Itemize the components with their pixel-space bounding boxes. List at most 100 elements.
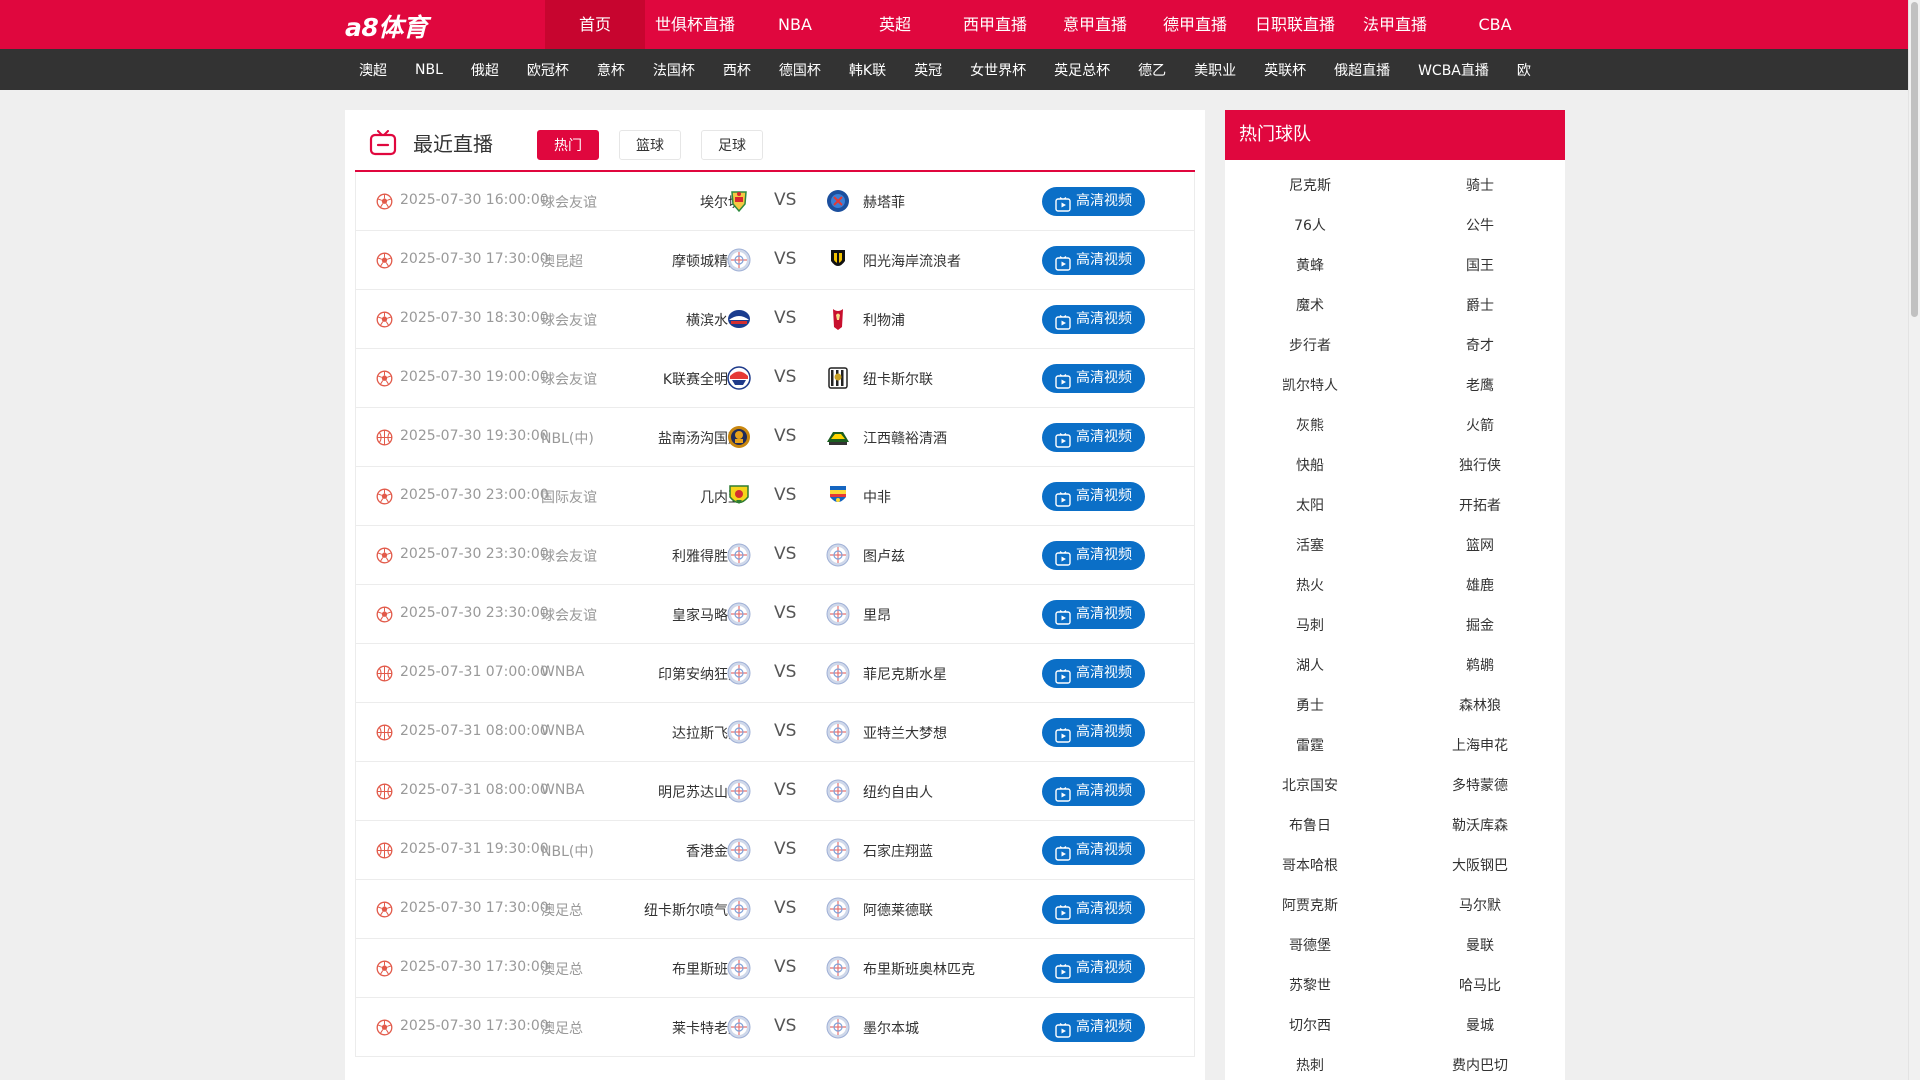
- match-league[interactable]: 国际友谊: [541, 487, 597, 507]
- away-team-logo-icon[interactable]: [825, 601, 851, 627]
- main-nav-item[interactable]: CBA: [1445, 0, 1545, 49]
- match-league[interactable]: 球会友谊: [541, 192, 597, 212]
- sub-nav-item[interactable]: 意杯: [583, 60, 639, 80]
- match-league[interactable]: 球会友谊: [541, 310, 597, 330]
- hot-team-link[interactable]: 掘金: [1395, 606, 1565, 646]
- sub-nav-item[interactable]: NBL: [401, 62, 457, 78]
- hot-team-link[interactable]: 活塞: [1225, 526, 1395, 566]
- home-team-logo-icon[interactable]: [726, 660, 752, 686]
- match-league[interactable]: 澳足总: [541, 900, 583, 920]
- tab-hot[interactable]: 热门: [537, 130, 599, 160]
- tab-football[interactable]: 足球: [701, 130, 763, 160]
- hd-video-button[interactable]: 高清视频: [1042, 836, 1145, 865]
- sub-nav-item[interactable]: 欧: [1503, 60, 1545, 80]
- hot-team-link[interactable]: 雷霆: [1225, 726, 1395, 766]
- home-team-logo-icon[interactable]: [726, 188, 752, 214]
- home-team-logo-icon[interactable]: [726, 424, 752, 450]
- away-team-logo-icon[interactable]: [825, 660, 851, 686]
- hot-team-link[interactable]: 热火: [1225, 566, 1395, 606]
- away-team-name[interactable]: 纽约自由人: [863, 782, 933, 802]
- hot-team-link[interactable]: 奇才: [1395, 326, 1565, 366]
- away-team-name[interactable]: 图卢兹: [863, 546, 905, 566]
- away-team-name[interactable]: 布里斯班奥林匹克: [863, 959, 975, 979]
- hot-team-link[interactable]: 哥本哈根: [1225, 846, 1395, 886]
- main-nav-item[interactable]: 法甲直播: [1345, 0, 1445, 49]
- match-league[interactable]: NBL(中): [541, 428, 594, 448]
- hot-team-link[interactable]: 曼联: [1395, 926, 1565, 966]
- hd-video-button[interactable]: 高清视频: [1042, 895, 1145, 924]
- sub-nav-item[interactable]: 英足总杯: [1040, 60, 1124, 80]
- away-team-name[interactable]: 菲尼克斯水星: [863, 664, 947, 684]
- away-team-name[interactable]: 里昂: [863, 605, 891, 625]
- hot-team-link[interactable]: 北京国安: [1225, 766, 1395, 806]
- sub-nav-item[interactable]: 德国杯: [765, 60, 835, 80]
- hot-team-link[interactable]: 步行者: [1225, 326, 1395, 366]
- hot-team-link[interactable]: 湖人: [1225, 646, 1395, 686]
- main-nav-item[interactable]: 英超: [845, 0, 945, 49]
- hot-team-link[interactable]: 森林狼: [1395, 686, 1565, 726]
- away-team-logo-icon[interactable]: [825, 424, 851, 450]
- home-team-logo-icon[interactable]: [726, 601, 752, 627]
- match-league[interactable]: 球会友谊: [541, 546, 597, 566]
- home-team-logo-icon[interactable]: [726, 542, 752, 568]
- main-nav-item[interactable]: NBA: [745, 0, 845, 49]
- away-team-logo-icon[interactable]: [825, 542, 851, 568]
- hot-team-link[interactable]: 开拓者: [1395, 486, 1565, 526]
- hot-team-link[interactable]: 费内巴切: [1395, 1046, 1565, 1080]
- sub-nav-item[interactable]: 俄超直播: [1320, 60, 1404, 80]
- tab-basketball[interactable]: 篮球: [619, 130, 681, 160]
- hd-video-button[interactable]: 高清视频: [1042, 187, 1145, 216]
- hd-video-button[interactable]: 高清视频: [1042, 541, 1145, 570]
- match-league[interactable]: 澳足总: [541, 1018, 583, 1038]
- hot-team-link[interactable]: 太阳: [1225, 486, 1395, 526]
- away-team-logo-icon[interactable]: [825, 483, 851, 509]
- hot-team-link[interactable]: 热刺: [1225, 1046, 1395, 1080]
- hot-team-link[interactable]: 凯尔特人: [1225, 366, 1395, 406]
- main-nav-item[interactable]: 日职联直播: [1245, 0, 1345, 49]
- hot-team-link[interactable]: 爵士: [1395, 286, 1565, 326]
- match-league[interactable]: 球会友谊: [541, 605, 597, 625]
- hd-video-button[interactable]: 高清视频: [1042, 364, 1145, 393]
- home-team-logo-icon[interactable]: [726, 896, 752, 922]
- hot-team-link[interactable]: 国王: [1395, 246, 1565, 286]
- sub-nav-item[interactable]: 澳超: [345, 60, 401, 80]
- home-team-logo-icon[interactable]: [726, 306, 752, 332]
- away-team-name[interactable]: 墨尔本城: [863, 1018, 919, 1038]
- hot-team-link[interactable]: 勒沃库森: [1395, 806, 1565, 846]
- home-team-logo-icon[interactable]: [726, 719, 752, 745]
- match-league[interactable]: WNBA: [541, 723, 585, 739]
- hd-video-button[interactable]: 高清视频: [1042, 954, 1145, 983]
- hot-team-link[interactable]: 火箭: [1395, 406, 1565, 446]
- hot-team-link[interactable]: 马刺: [1225, 606, 1395, 646]
- home-team-logo-icon[interactable]: [726, 365, 752, 391]
- away-team-name[interactable]: 中非: [863, 487, 891, 507]
- sub-nav-item[interactable]: 女世界杯: [956, 60, 1040, 80]
- away-team-name[interactable]: 赫塔菲: [863, 192, 905, 212]
- sub-nav-item[interactable]: 西杯: [709, 60, 765, 80]
- sub-nav-item[interactable]: 英冠: [900, 60, 956, 80]
- hot-team-link[interactable]: 大阪钢巴: [1395, 846, 1565, 886]
- hot-team-link[interactable]: 苏黎世: [1225, 966, 1395, 1006]
- hot-team-link[interactable]: 多特蒙德: [1395, 766, 1565, 806]
- hot-team-link[interactable]: 魔术: [1225, 286, 1395, 326]
- site-logo[interactable]: a8体育: [345, 8, 428, 44]
- away-team-name[interactable]: 阳光海岸流浪者: [863, 251, 961, 271]
- away-team-logo-icon[interactable]: [825, 896, 851, 922]
- hd-video-button[interactable]: 高清视频: [1042, 659, 1145, 688]
- match-league[interactable]: 澳昆超: [541, 251, 583, 271]
- away-team-name[interactable]: 利物浦: [863, 310, 905, 330]
- hot-team-link[interactable]: 马尔默: [1395, 886, 1565, 926]
- sub-nav-item[interactable]: WCBA直播: [1404, 60, 1503, 80]
- hot-team-link[interactable]: 勇士: [1225, 686, 1395, 726]
- main-nav-item[interactable]: 德甲直播: [1145, 0, 1245, 49]
- hot-team-link[interactable]: 阿贾克斯: [1225, 886, 1395, 926]
- main-nav-item[interactable]: 首页: [545, 0, 645, 49]
- hot-team-link[interactable]: 切尔西: [1225, 1006, 1395, 1046]
- away-team-name[interactable]: 石家庄翔蓝: [863, 841, 933, 861]
- home-team-logo-icon[interactable]: [726, 483, 752, 509]
- hot-team-link[interactable]: 布鲁日: [1225, 806, 1395, 846]
- hd-video-button[interactable]: 高清视频: [1042, 718, 1145, 747]
- scrollbar-thumb[interactable]: [1911, 2, 1918, 317]
- hot-team-link[interactable]: 哈马比: [1395, 966, 1565, 1006]
- page-scrollbar[interactable]: [1908, 0, 1920, 1080]
